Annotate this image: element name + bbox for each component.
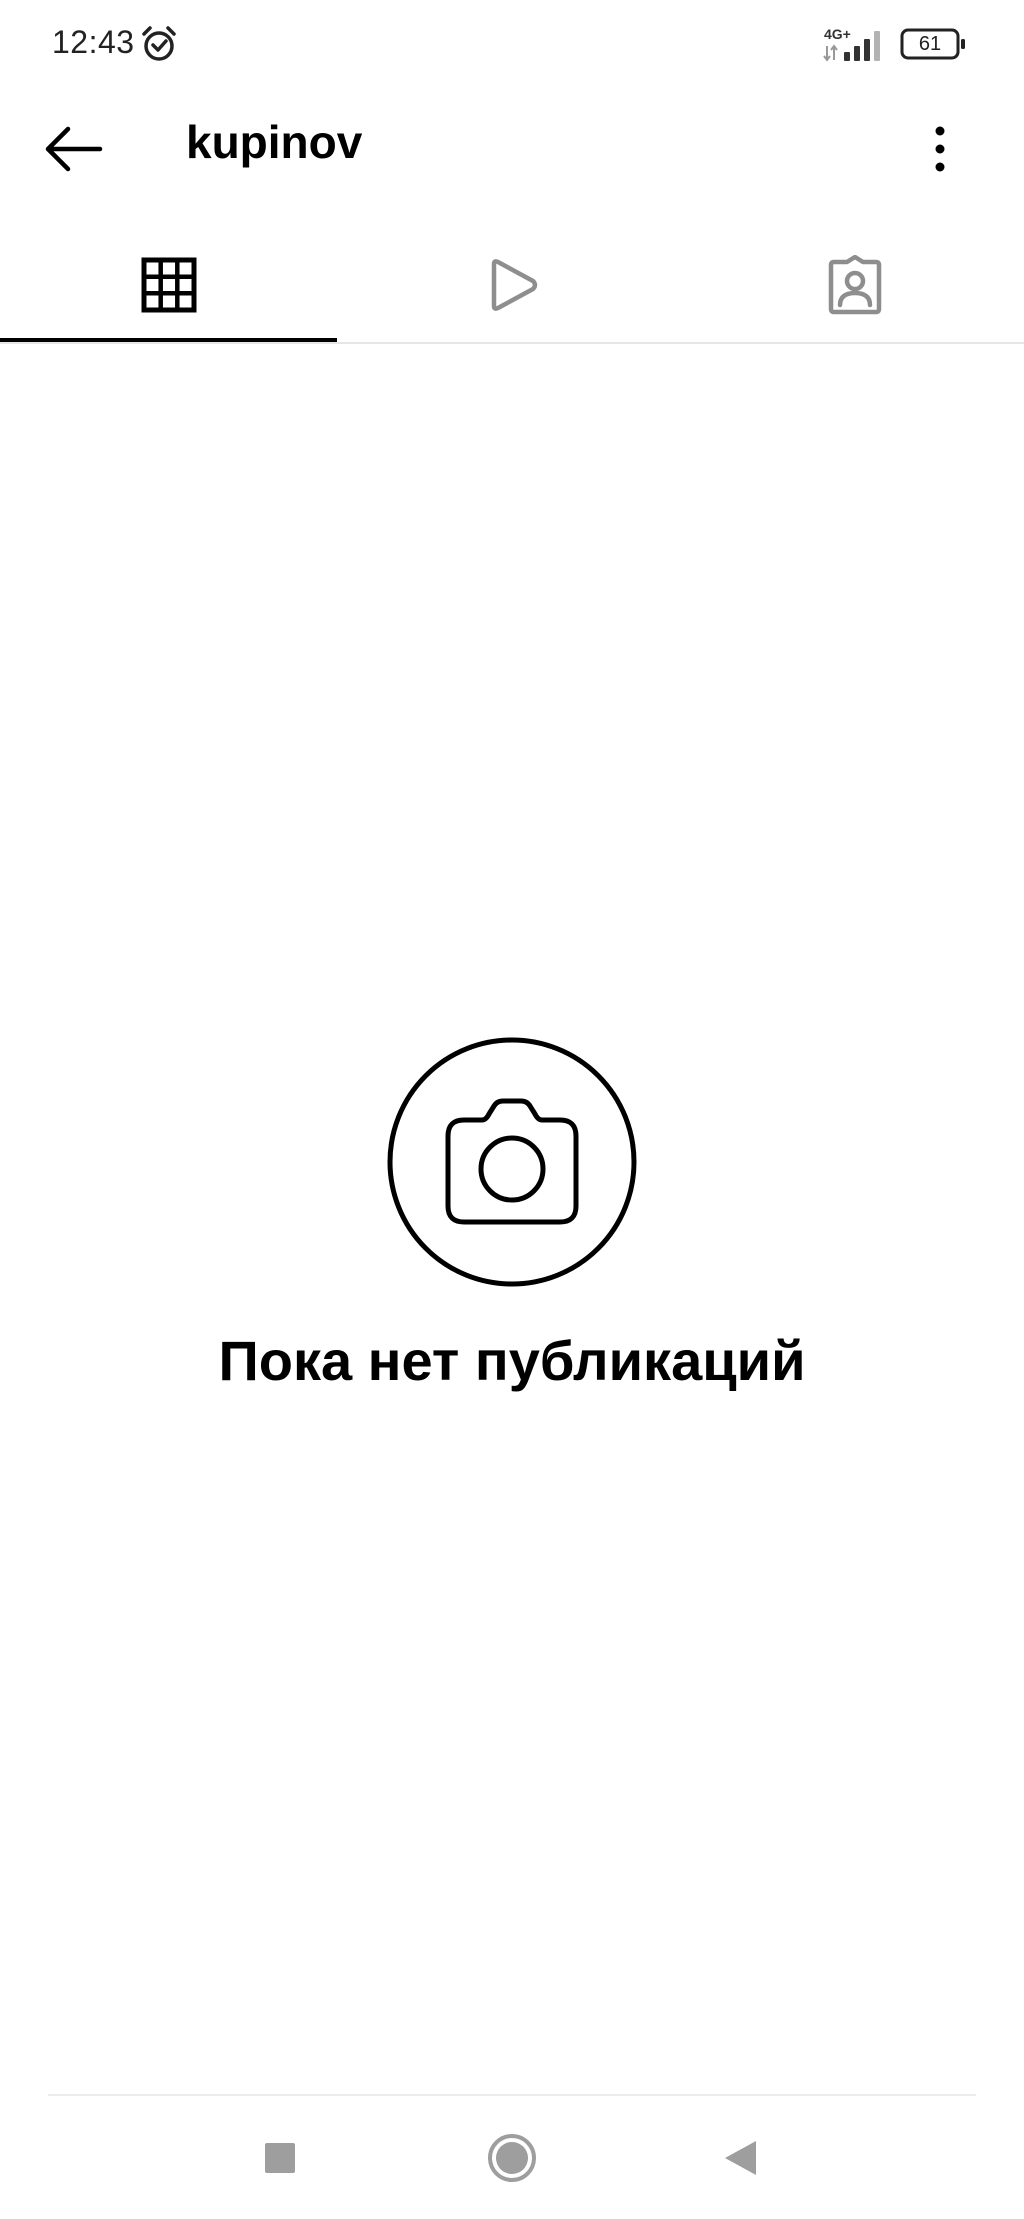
recents-button[interactable]	[240, 2118, 320, 2198]
data-activity-icon	[823, 44, 838, 62]
system-navigation-bar	[0, 2096, 1024, 2219]
back-nav-button[interactable]	[700, 2118, 780, 2198]
back-triangle-icon	[725, 2141, 756, 2175]
arrow-left-icon	[45, 126, 103, 172]
profile-username: kupinov	[186, 116, 363, 168]
alarm-clock-icon	[142, 26, 176, 61]
home-circle-icon	[488, 2134, 536, 2182]
play-icon	[491, 259, 537, 311]
no-posts-message: Пока нет публикаций	[218, 1329, 806, 1392]
back-button[interactable]	[30, 112, 116, 186]
status-time: 12:43	[52, 24, 135, 60]
more-vertical-icon	[935, 126, 945, 172]
tab-posts[interactable]	[0, 228, 337, 342]
recents-square-icon	[265, 2143, 295, 2173]
status-bar: 12:43 4G+ 61	[0, 0, 1024, 90]
empty-state: Пока нет публикаций	[0, 1036, 1024, 1406]
profile-tab-bar	[0, 228, 1024, 344]
tab-tagged[interactable]	[686, 228, 1023, 342]
home-button[interactable]	[472, 2118, 552, 2198]
tagged-person-icon	[828, 255, 881, 315]
battery-level-text: 61	[918, 33, 942, 55]
signal-strength-icon	[844, 31, 880, 61]
grid-icon	[141, 257, 196, 313]
tab-reels[interactable]	[343, 228, 680, 342]
selected-tab-indicator	[0, 338, 337, 342]
more-options-button[interactable]	[916, 114, 964, 184]
camera-icon	[387, 1037, 637, 1287]
app-header: kupinov	[0, 90, 1024, 206]
